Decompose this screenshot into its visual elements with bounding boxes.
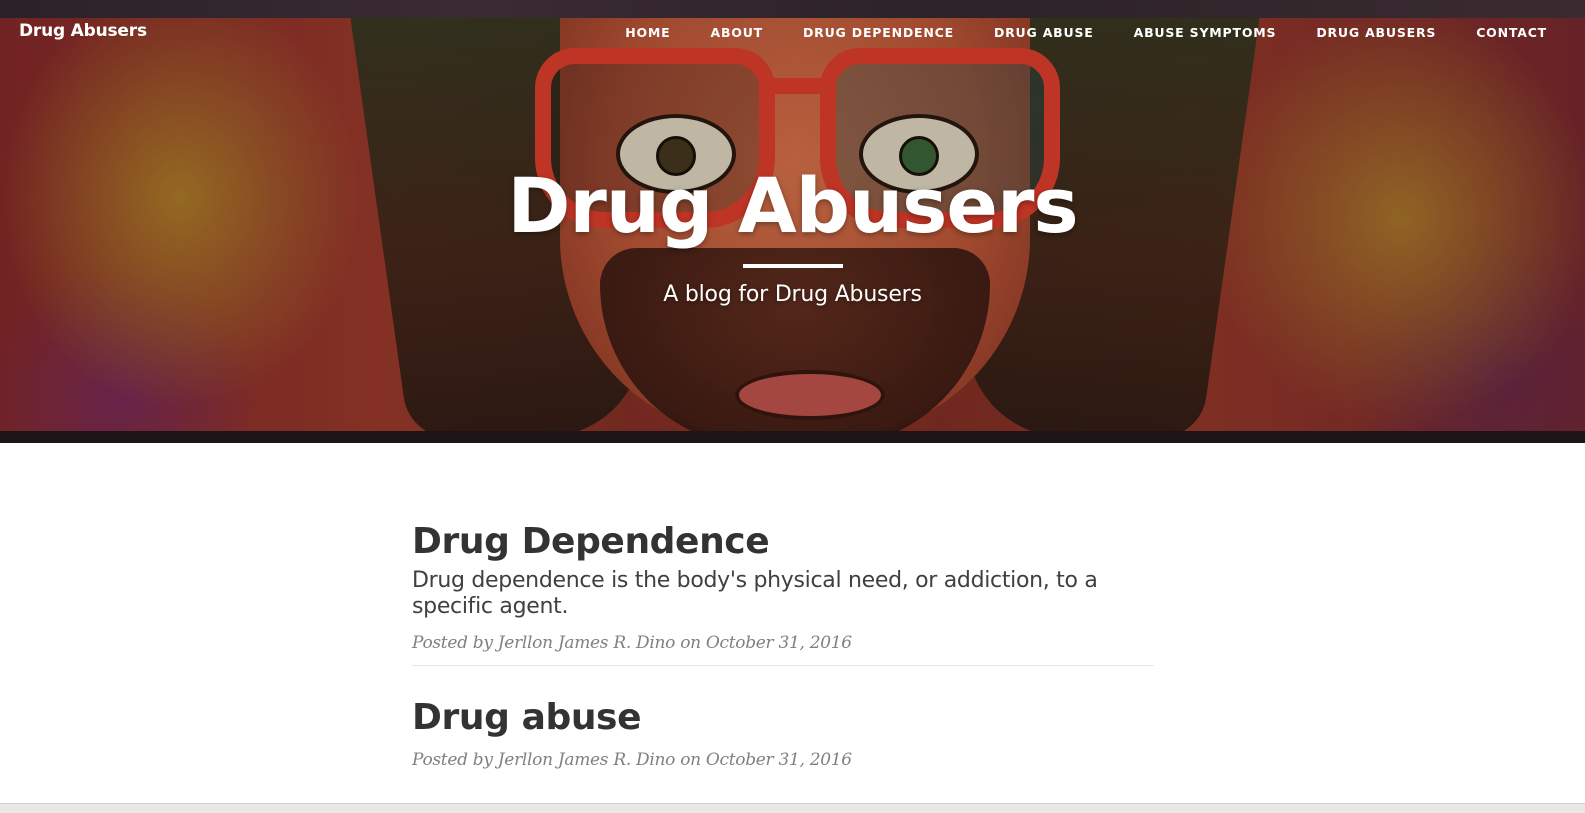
site-subtitle: A blog for Drug Abusers <box>663 282 922 307</box>
post-meta: Posted by Jerllon James R. Dino on Octob… <box>412 750 1154 770</box>
post-meta-prefix: Posted by <box>412 633 493 653</box>
post-author-link[interactable]: Jerllon James R. Dino <box>498 750 676 770</box>
nav-link-home[interactable]: HOME <box>625 25 670 40</box>
nav-link-drug-dependence[interactable]: DRUG DEPENDENCE <box>803 25 954 40</box>
post-title: Drug Dependence <box>412 521 770 562</box>
nav-item-contact: CONTACT <box>1476 24 1547 42</box>
post-separator <box>412 665 1154 666</box>
top-strip <box>0 0 1585 18</box>
post-author-link[interactable]: Jerllon James R. Dino <box>498 633 676 653</box>
navbar-brand[interactable]: Drug Abusers <box>19 21 147 41</box>
nav-item-abuse-symptoms: ABUSE SYMPTOMS <box>1134 24 1277 42</box>
nav-link-abuse-symptoms[interactable]: ABUSE SYMPTOMS <box>1134 25 1277 40</box>
post-title: Drug abuse <box>412 697 642 738</box>
post-list: Drug Dependence Drug dependence is the b… <box>412 520 1154 790</box>
nav-item-drug-abuse: DRUG ABUSE <box>994 24 1094 42</box>
post-meta: Posted by Jerllon James R. Dino on Octob… <box>412 633 1154 653</box>
horizontal-scrollbar[interactable] <box>0 803 1585 813</box>
post-link[interactable]: Drug Dependence Drug dependence is the b… <box>412 520 1154 620</box>
post-meta-prefix: Posted by <box>412 750 493 770</box>
nav-item-drug-abusers: DRUG ABUSERS <box>1316 24 1436 42</box>
nav-item-drug-dependence: DRUG DEPENDENCE <box>803 24 954 42</box>
hero-bottom-bar <box>0 431 1585 443</box>
post-meta-on: on <box>680 750 701 770</box>
post-preview: Drug Dependence Drug dependence is the b… <box>412 520 1154 686</box>
post-subtitle: Drug dependence is the body's physical n… <box>412 568 1098 619</box>
main-navbar: Drug Abusers HOME ABOUT DRUG DEPENDENCE … <box>0 18 1585 46</box>
nav-link-drug-abuse[interactable]: DRUG ABUSE <box>994 25 1094 40</box>
site-title: Drug Abusers <box>507 161 1078 250</box>
post-date: October 31, 2016 <box>705 633 852 653</box>
nav-item-about: ABOUT <box>710 24 763 42</box>
post-preview: Drug abuse Posted by Jerllon James R. Di… <box>412 696 1154 790</box>
nav-menu: HOME ABOUT DRUG DEPENDENCE DRUG ABUSE AB… <box>585 24 1547 42</box>
nav-link-about[interactable]: ABOUT <box>710 25 763 40</box>
nav-link-contact[interactable]: CONTACT <box>1476 25 1547 40</box>
post-link[interactable]: Drug abuse <box>412 696 1154 740</box>
post-date: October 31, 2016 <box>705 750 852 770</box>
title-divider <box>742 264 843 268</box>
site-heading: Drug Abusers A blog for Drug Abusers <box>0 161 1585 308</box>
nav-link-drug-abusers[interactable]: DRUG ABUSERS <box>1316 25 1436 40</box>
post-meta-on: on <box>680 633 701 653</box>
nav-item-home: HOME <box>625 24 670 42</box>
hero-header: Drug Abusers A blog for Drug Abusers <box>0 18 1585 443</box>
